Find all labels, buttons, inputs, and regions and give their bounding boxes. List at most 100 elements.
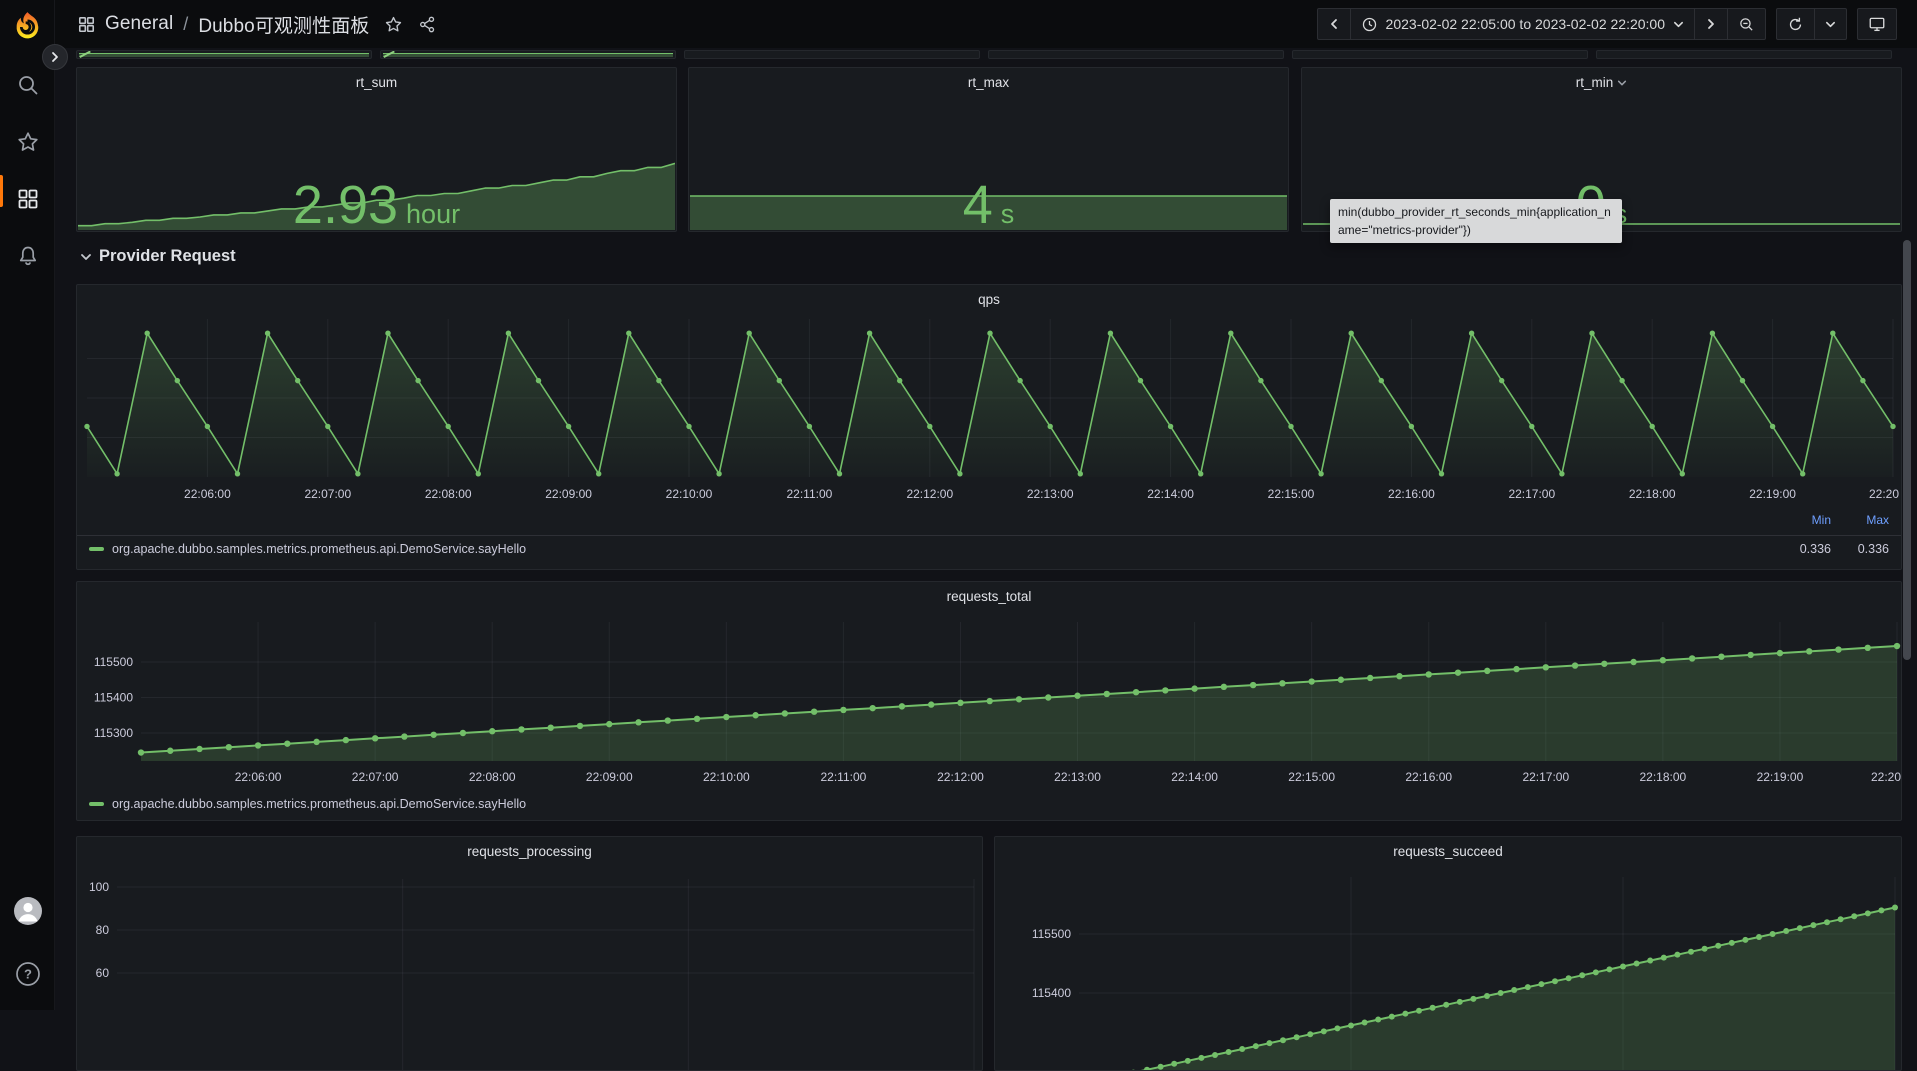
x-tick-label: 22:11:00 [786,487,832,501]
cutoff-panel-sliver [380,50,676,59]
data-point [1457,999,1463,1005]
data-point [1890,424,1895,429]
data-point [1389,1014,1395,1020]
data-point [686,424,691,429]
query-tooltip: min(dubbo_provider_rt_seconds_min{applic… [1330,199,1622,243]
time-range-picker[interactable]: 2023-02-02 22:05:00 to 2023-02-02 22:20:… [1350,9,1694,39]
help-icon[interactable]: ? [8,955,48,992]
data-point [1348,1022,1354,1028]
data-point [752,712,758,718]
data-point [446,424,451,429]
data-point [1168,424,1173,429]
series-area [87,333,1893,477]
alerting-bell-icon[interactable] [8,237,48,274]
data-point [1747,652,1753,658]
data-point [1661,955,1667,961]
row-provider-request[interactable]: Provider Request [80,247,236,266]
data-point [138,749,144,755]
data-point [1702,946,1708,952]
sparkline [78,158,675,230]
chevron-down-icon [80,251,92,263]
star-dashboard-icon[interactable] [384,15,403,34]
panel-title[interactable]: rt_max [689,68,1288,90]
data-point [1777,650,1783,656]
legend-max-column[interactable]: Max [1831,513,1889,527]
refresh-button[interactable] [1777,9,1814,39]
data-point [1824,919,1830,925]
data-point [1280,1037,1286,1043]
legend-divider [77,535,1901,536]
x-tick-label: 22:14:00 [1147,487,1194,501]
x-tick-label: 22:15:00 [1268,487,1315,501]
search-icon[interactable] [8,66,48,103]
scrollbar-thumb[interactable] [1903,240,1911,660]
panel-requests-total: requests_total 11530011540011550022:06:0… [76,581,1902,821]
series-name[interactable]: org.apache.dubbo.samples.metrics.prometh… [112,797,526,811]
panel-title[interactable]: rt_min [1302,68,1901,90]
data-point [1108,331,1113,336]
user-avatar[interactable] [8,892,48,929]
data-point [1865,645,1871,651]
x-tick-label: 22:11:00 [820,770,866,784]
requests-total-chart: 11530011540011550022:06:0022:07:0022:08:… [77,582,1901,792]
time-shift-back-button[interactable] [1318,9,1350,39]
grafana-logo-icon[interactable] [11,10,44,43]
data-point [1606,966,1612,972]
data-point [506,331,511,336]
x-tick-label: 22:20 [1871,770,1901,784]
cutoff-panel-sliver [76,50,372,59]
data-point [1469,331,1474,336]
data-point [536,378,541,383]
data-point [1660,657,1666,663]
series-name[interactable]: org.apache.dubbo.samples.metrics.prometh… [112,542,526,556]
legend-row[interactable]: org.apache.dubbo.samples.metrics.prometh… [89,797,526,811]
data-point [1647,958,1653,964]
kiosk-mode-monitor-icon[interactable] [1858,9,1896,39]
share-icon[interactable] [418,15,437,34]
refresh-interval-caret[interactable] [1814,9,1846,39]
data-point [1048,424,1053,429]
cutoff-panel-sliver [1596,50,1892,59]
data-point [897,378,902,383]
data-point [1439,471,1444,476]
data-point [867,331,872,336]
data-point [811,709,817,715]
data-point [665,717,671,723]
data-point [1710,331,1715,336]
x-tick-label: 22:10:00 [703,770,750,784]
data-point [1525,984,1531,990]
time-shift-forward-button[interactable] [1694,9,1727,39]
data-point [1362,1020,1368,1026]
breadcrumb-section[interactable]: General [105,13,173,35]
zoom-out-time-button[interactable] [1727,9,1765,39]
data-point [1266,1040,1272,1046]
data-point [1198,471,1203,476]
x-tick-label: 22:13:00 [1054,770,1101,784]
data-point [1171,1061,1177,1067]
data-point [577,723,583,729]
legend-row[interactable]: org.apache.dubbo.samples.metrics.prometh… [89,542,1889,556]
data-point [1318,471,1323,476]
data-point [1308,678,1314,684]
series-min-value: 0.336 [1773,542,1831,556]
y-tick-label: 115500 [1032,927,1071,941]
breadcrumb-page-title[interactable]: Dubbo可观测性面板 [198,11,369,38]
data-point [1620,963,1626,969]
data-point [1830,331,1835,336]
data-point [284,740,290,746]
data-point [1307,1031,1313,1037]
starred-dashboards-icon[interactable] [8,123,48,160]
data-point [1334,1025,1340,1031]
dashboards-icon[interactable] [8,180,48,217]
sidebar-expand-button[interactable] [42,44,68,70]
data-point [205,424,210,429]
panel-title[interactable]: rt_sum [77,68,676,90]
legend-min-column[interactable]: Min [1773,513,1831,527]
series-color-dash [89,802,104,806]
x-tick-label: 22:14:00 [1171,770,1218,784]
data-point [1800,471,1805,476]
data-point [1191,685,1197,691]
data-point [1770,931,1776,937]
data-point [656,378,661,383]
y-tick-label: 115400 [1032,986,1071,1000]
